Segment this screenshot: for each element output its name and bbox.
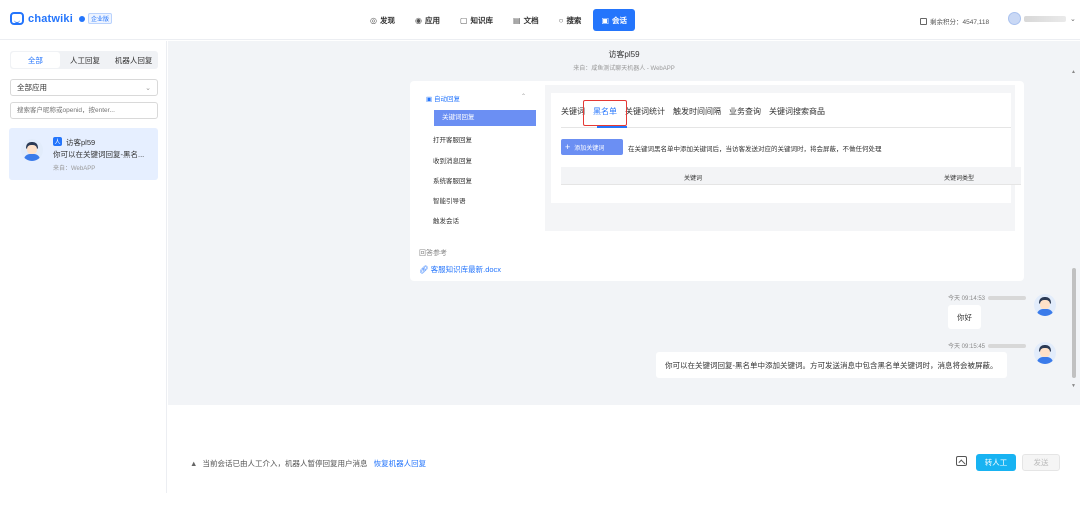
card-menu-item: 收到消息回复 (433, 158, 472, 165)
message-meta: 今天 09:15:45 (948, 341, 1027, 350)
chat-subtitle: 来自：咸鱼测试聊天机器人 - WebAPP (573, 66, 675, 72)
message-time: 今天 09:15:45 (948, 344, 986, 350)
visitor-avatar (21, 139, 43, 161)
edition-label: 企业版 (88, 13, 113, 24)
nav-label: 知识库 (470, 15, 494, 25)
agent-avatar (1034, 342, 1056, 364)
chevron-down-icon: ⌄ (145, 84, 151, 92)
card-tab: 关键词统计 (625, 107, 665, 116)
message-bubble: 你好 (948, 305, 981, 329)
logo-text: chatwiki (28, 12, 74, 25)
reference-file-name: 客服知识库最新.docx (430, 265, 502, 274)
session-item[interactable]: 人 访客pl59 你可以在关键词回复-黑名... 来自：WebAPP (9, 128, 158, 180)
tab-all[interactable]: 全部 (11, 52, 60, 68)
credits-text: 剩余积分：4547,118 (930, 19, 990, 26)
tab-bot-reply[interactable]: 机器人回复 (109, 51, 158, 69)
transfer-human-button[interactable]: 转人工 (976, 454, 1016, 471)
chevron-down-icon: ⌄ (1070, 15, 1076, 23)
chat-title: 访客pl59 (608, 50, 640, 59)
human-badge: 人 (53, 137, 62, 146)
message-bubble: 你可以在关键词回复-黑名单中添加关键词。方可发送消息中包含黑名单关键词时，消息将… (656, 352, 1007, 378)
tab-human-reply[interactable]: 人工回复 (61, 51, 110, 69)
nav-discover[interactable]: ◎ 发现 (362, 9, 403, 31)
session-last-message: 你可以在关键词回复-黑名... (53, 150, 145, 159)
takeover-notice: ▲ 当前会话已由人工介入，机器人暂停回复用户消息 恢复机器人回复 (190, 458, 426, 469)
add-keyword-label: 添加关键词 (574, 145, 605, 152)
app-select-value: 全部应用 (17, 83, 47, 92)
card-tab: 触发时间间隔 (673, 107, 721, 116)
bell-icon: ▲ (190, 459, 198, 468)
card-tab: 业务查询 (729, 107, 761, 116)
highlight-box (583, 100, 627, 126)
agent-name-redacted (988, 296, 1027, 301)
nav-search[interactable]: ○ 搜索 (551, 9, 590, 31)
attachment-icon: 🔗︎ (419, 265, 429, 274)
image-icon[interactable] (956, 456, 967, 466)
restore-bot-link[interactable]: 恢复机器人回复 (374, 459, 427, 468)
top-bar: chatwiki 企业版 ◎ 发现 ◉ 应用 ▢ 知识库 ▤ 文档 ○ 搜索 ▣… (0, 0, 1080, 40)
add-keyword-button: + 添加关键词 (561, 139, 623, 155)
keyword-table-header: 关键词 关键词类型 (561, 167, 1021, 185)
plus-icon: + (565, 142, 571, 152)
reference-label: 回答参考 (419, 250, 447, 257)
scrollbar-thumb[interactable] (1072, 268, 1076, 378)
card-tab: 关键词 (561, 107, 585, 116)
nav-sessions[interactable]: ▣ 会话 (593, 9, 635, 31)
card-menu-item: 打开客服回复 (433, 137, 472, 144)
nav-label: 搜索 (566, 15, 582, 25)
card-menu-item: 触发会话 (433, 218, 459, 225)
credits: 剩余积分：4547,118 (920, 16, 989, 26)
reference-file-link[interactable]: 🔗︎ 客服知识库最新.docx (419, 264, 501, 275)
table-header-keyword: 关键词 (684, 176, 703, 182)
chevron-up-icon: ⌃ (521, 94, 527, 100)
nav-apps[interactable]: ◉ 应用 (407, 9, 448, 31)
send-button[interactable]: 发送 (1022, 454, 1060, 471)
chat-icon: ▣ (601, 15, 609, 25)
add-keyword-description: 在关键词黑名单中添加关键词后，当访客发送对应的关键词时，将会屏蔽，不做任何处理 (628, 146, 882, 153)
search-icon: ○ (558, 15, 564, 25)
nav-label: 应用 (424, 15, 440, 25)
edition-dot-icon (79, 15, 86, 22)
edition-badge: 企业版 (79, 13, 113, 24)
logo[interactable]: chatwiki 企业版 (10, 12, 113, 25)
message-time: 今天 09:14:53 (948, 296, 986, 302)
nav-knowledge-base[interactable]: ▢ 知识库 (452, 9, 501, 31)
agent-name-redacted (988, 344, 1027, 349)
compass-icon: ◎ (370, 15, 377, 25)
card-menu-item: 智能引导语 (433, 198, 466, 205)
scroll-up-icon[interactable]: ▲ (1071, 69, 1076, 75)
agent-avatar (1034, 294, 1056, 316)
card-tab: 关键词搜索商品 (769, 107, 825, 116)
table-header-keyword-type: 关键词类型 (944, 176, 975, 182)
auto-reply-group: ▣ 自动回复 (426, 96, 460, 103)
chatwiki-logo-icon (10, 12, 24, 25)
chat-scrollbar[interactable]: ▲ ▼ (1071, 69, 1077, 391)
user-avatar (1008, 12, 1021, 25)
card-menu-item: 关键词回复 (434, 110, 536, 126)
book-icon: ▢ (459, 15, 468, 25)
credits-icon (920, 17, 927, 25)
search-input[interactable] (10, 102, 158, 119)
app-select[interactable]: 全部应用 ⌄ (10, 79, 158, 96)
document-icon: ▤ (513, 15, 521, 25)
nav-documents[interactable]: ▤ 文档 (505, 9, 547, 31)
message-meta: 今天 09:14:53 (948, 293, 1027, 302)
card-menu-item: 系统客服回复 (433, 178, 472, 185)
scroll-down-icon[interactable]: ▼ (1071, 383, 1076, 389)
main-nav: ◎ 发现 ◉ 应用 ▢ 知识库 ▤ 文档 ○ 搜索 ▣ 会话 (362, 9, 639, 31)
filter-tabs: 全部 人工回复 机器人回复 (10, 51, 158, 69)
apps-icon: ◉ (414, 15, 422, 25)
session-name: 访客pl59 (66, 138, 96, 147)
nav-label: 会话 (612, 15, 627, 25)
notice-text: 当前会话已由人工介入，机器人暂停回复用户消息 (202, 459, 368, 468)
nav-label: 文档 (523, 15, 539, 25)
user-name-redacted (1024, 15, 1066, 22)
bot-reply-card: ▣ 自动回复 ⌃ 关键词回复 打开客服回复 收到消息回复 系统客服回复 智能引导… (410, 81, 1024, 281)
card-tab-underline (561, 126, 1011, 128)
session-source: 来自：WebAPP (53, 166, 96, 172)
message-composer[interactable]: ▲ 当前会话已由人工介入，机器人暂停回复用户消息 恢复机器人回复 转人工 发送 (180, 405, 1066, 483)
user-menu[interactable]: ⌄ (1008, 12, 1076, 25)
nav-label: 发现 (379, 15, 395, 25)
